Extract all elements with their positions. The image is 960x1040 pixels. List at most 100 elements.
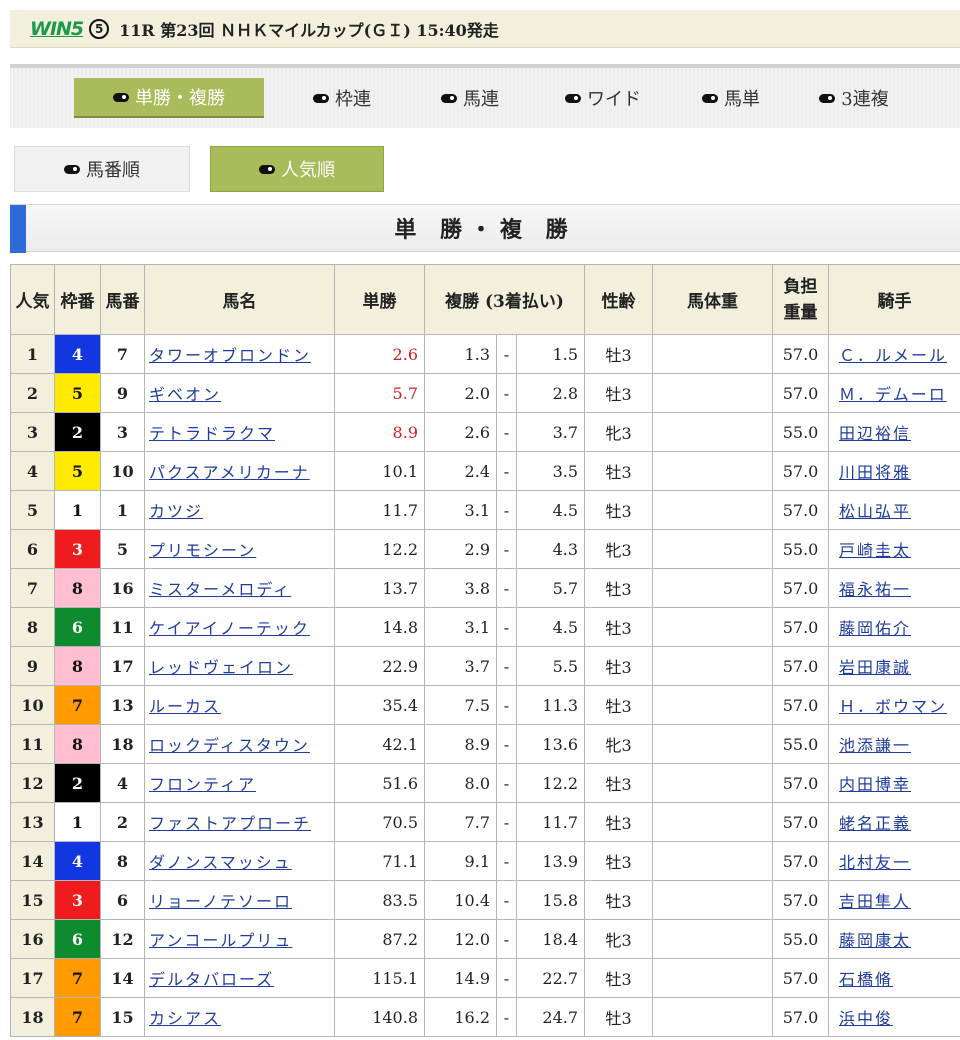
horse-name-link[interactable]: レッドヴェイロン: [149, 658, 293, 677]
table-row: 18 7 15 カシアス 140.8 16.2-24.7 牡3 57.0 浜中俊: [10, 997, 960, 1037]
carried-weight: 57.0: [772, 490, 830, 530]
jockey-link[interactable]: 藤岡康太: [839, 931, 911, 950]
tab-umatan[interactable]: 馬単: [686, 78, 776, 118]
table-row: 9 8 17 レッドヴェイロン 22.9 3.7-5.5 牡3 57.0 岩田康誠: [10, 646, 960, 686]
place-odds-separator: -: [496, 334, 517, 374]
jockey-link[interactable]: 蛯名正義: [839, 814, 911, 833]
jockey-link[interactable]: 浜中俊: [839, 1009, 893, 1028]
popularity-rank: 5: [10, 490, 55, 530]
jockey-link[interactable]: 松山弘平: [839, 502, 911, 521]
place-odds-max: 4.3: [515, 529, 586, 569]
frame-number-badge: 7: [54, 997, 101, 1037]
jockey-link[interactable]: Ｍ．デムーロ: [839, 385, 947, 404]
jockey-link[interactable]: 田辺裕信: [839, 424, 911, 443]
body-weight: [652, 529, 774, 569]
tab-sanrenpuku[interactable]: 3連複: [804, 78, 904, 118]
carried-weight: 57.0: [772, 607, 830, 647]
win-odds: 12.2: [334, 529, 425, 569]
horse-number: 1: [100, 490, 145, 530]
popularity-rank: 11: [10, 724, 55, 764]
jockey-link[interactable]: 川田将雅: [839, 463, 911, 482]
horse-name-cell: リョーノテソーロ: [144, 880, 335, 920]
horse-name-link[interactable]: プリモシーン: [149, 541, 256, 560]
win5-logo: WIN5: [30, 18, 84, 40]
horse-name-link[interactable]: デルタバローズ: [149, 970, 274, 989]
body-weight: [652, 490, 774, 530]
jockey-cell: 川田将雅: [828, 451, 960, 491]
table-row: 11 8 18 ロックディスタウン 42.1 8.9-13.6 牝3 55.0 池添謙一: [10, 724, 960, 764]
place-odds-max: 3.7: [515, 412, 586, 452]
jockey-link[interactable]: Ｃ．ルメール: [839, 346, 947, 365]
jockey-cell: 岩田康誠: [828, 646, 960, 686]
table-row: 3 2 3 テトラドラクマ 8.9 2.6-3.7 牝3 55.0 田辺裕信: [10, 412, 960, 452]
col-header-tansho: 単勝: [334, 264, 425, 335]
jockey-link[interactable]: 北村友一: [839, 853, 911, 872]
carried-weight: 55.0: [772, 529, 830, 569]
place-odds-min: 9.1: [424, 841, 497, 881]
horse-name-link[interactable]: ケイアイノーテック: [149, 619, 310, 638]
place-odds-separator: -: [496, 529, 517, 569]
table-row: 1 4 7 タワーオブロンドン 2.6 1.3-1.5 牡3 57.0 Ｃ．ルメール: [10, 334, 960, 374]
jockey-link[interactable]: 戸崎圭太: [839, 541, 911, 560]
horse-name-link[interactable]: カシアス: [149, 1009, 221, 1028]
horse-number: 3: [100, 412, 145, 452]
jockey-cell: 藤岡佑介: [828, 607, 960, 647]
jockey-link[interactable]: 石橋脩: [839, 970, 893, 989]
horse-number: 16: [100, 568, 145, 608]
horse-number: 6: [100, 880, 145, 920]
jockey-link[interactable]: 内田博幸: [839, 775, 911, 794]
horse-name-link[interactable]: ロックディスタウン: [149, 736, 310, 755]
sort-buttons: 馬番順 人気順: [14, 146, 384, 194]
col-header-ninki: 人気: [10, 264, 55, 335]
horse-name-link[interactable]: ファストアプローチ: [149, 814, 311, 833]
popularity-rank: 16: [10, 919, 55, 959]
jockey-cell: 蛯名正義: [828, 802, 960, 842]
horse-name-link[interactable]: ルーカス: [149, 697, 221, 716]
col-header-bataiju: 馬体重: [652, 264, 774, 335]
sex-age: 牝3: [584, 412, 654, 452]
horse-name-link[interactable]: アンコールプリュ: [149, 931, 292, 950]
place-odds-min: 2.6: [424, 412, 497, 452]
tab-tansho-fukusho[interactable]: 単勝・複勝: [74, 78, 264, 118]
sex-age: 牝3: [584, 724, 654, 764]
jockey-link[interactable]: 池添謙一: [839, 736, 911, 755]
sex-age: 牡3: [584, 841, 654, 881]
jockey-link[interactable]: Ｈ．ボウマン: [839, 697, 947, 716]
horse-name-link[interactable]: カツジ: [149, 502, 203, 521]
horse-name-link[interactable]: リョーノテソーロ: [149, 892, 292, 911]
jockey-cell: Ｈ．ボウマン: [828, 685, 960, 725]
tab-umaren[interactable]: 馬連: [420, 78, 520, 118]
jockey-cell: 池添謙一: [828, 724, 960, 764]
tab-wide[interactable]: ワイド: [548, 78, 658, 118]
sort-by-popularity-button[interactable]: 人気順: [210, 146, 384, 192]
col-header-fukusho: 複勝 (3着払い): [423, 264, 586, 335]
jockey-link[interactable]: 吉田隼人: [839, 892, 911, 911]
horse-name-link[interactable]: ギベオン: [149, 385, 221, 404]
sort-by-horse-number-button[interactable]: 馬番順: [14, 146, 190, 192]
body-weight: [652, 841, 774, 881]
popularity-rank: 12: [10, 763, 55, 803]
horse-name-link[interactable]: タワーオブロンドン: [149, 346, 311, 365]
bet-type-tabs: 単勝・複勝 枠連 馬連 ワイド 馬単 3連複: [10, 64, 960, 128]
place-odds-separator: -: [496, 646, 517, 686]
tab-wakuren[interactable]: 枠連: [292, 78, 392, 118]
horse-name-link[interactable]: フロンティア: [149, 775, 256, 794]
jockey-cell: Ｃ．ルメール: [828, 334, 960, 374]
horse-number: 9: [100, 373, 145, 413]
horse-name-link[interactable]: ミスターメロディ: [149, 580, 291, 599]
jockey-link[interactable]: 福永祐一: [839, 580, 911, 599]
popularity-rank: 2: [10, 373, 55, 413]
horse-name-link[interactable]: テトラドラクマ: [149, 424, 275, 443]
race-title: 11R 第23回 ＮＨＫマイルカップ(ＧＩ) 15:40発走: [119, 20, 499, 40]
place-odds-min: 2.4: [424, 451, 497, 491]
horse-name-link[interactable]: ダノンスマッシュ: [149, 853, 292, 872]
jockey-cell: 藤岡康太: [828, 919, 960, 959]
table-row: 4 5 10 パクスアメリカーナ 10.1 2.4-3.5 牡3 57.0 川田将雅: [10, 451, 960, 491]
jockey-link[interactable]: 岩田康誠: [839, 658, 911, 677]
horse-name-cell: フロンティア: [144, 763, 335, 803]
jockey-link[interactable]: 藤岡佑介: [839, 619, 911, 638]
toggle-icon: [113, 92, 129, 102]
horse-name-link[interactable]: パクスアメリカーナ: [149, 463, 310, 482]
jockey-cell: 田辺裕信: [828, 412, 960, 452]
popularity-rank: 13: [10, 802, 55, 842]
